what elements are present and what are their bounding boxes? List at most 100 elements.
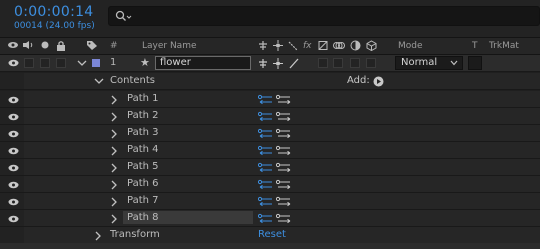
current-time-display[interactable]: 0:00:00:14 (14, 4, 94, 20)
layer-frame-blend-switch[interactable] (333, 58, 343, 68)
path-row[interactable]: Path 6 (0, 176, 540, 193)
add-play-icon[interactable] (373, 76, 384, 87)
3d-layer-cube-icon[interactable] (366, 40, 377, 51)
path-row[interactable]: Path 2 (0, 108, 540, 125)
path-visibility-eye-icon[interactable] (8, 215, 19, 223)
transform-row[interactable]: Transform Reset (0, 227, 540, 244)
path-visibility-eye-icon[interactable] (8, 96, 19, 104)
path-direction-forward-icon[interactable] (276, 128, 292, 139)
effects-column-header[interactable]: fx (303, 41, 312, 51)
search-icon (115, 10, 132, 21)
path-direction-reverse-icon[interactable] (258, 145, 274, 156)
switch-column (0, 227, 24, 243)
trkmat-column-header: TrkMat (489, 41, 519, 51)
path-direction-forward-icon[interactable] (276, 179, 292, 190)
path-direction-forward-icon[interactable] (276, 196, 292, 207)
path-label: Path 5 (127, 161, 159, 172)
path-row[interactable]: Path 4 (0, 142, 540, 159)
path-direction-reverse-icon[interactable] (258, 128, 274, 139)
path-visibility-eye-icon[interactable] (8, 198, 19, 206)
path-label: Path 2 (127, 110, 159, 121)
path-direction-reverse-icon[interactable] (258, 111, 274, 122)
quality-icon[interactable] (288, 40, 298, 51)
path-direction-forward-icon[interactable] (276, 162, 292, 173)
transform-label: Transform (110, 229, 160, 240)
path-visibility-eye-icon[interactable] (8, 130, 19, 138)
video-eye-icon[interactable] (7, 40, 19, 50)
mode-column-header: Mode (398, 41, 423, 51)
path-direction-forward-icon[interactable] (276, 111, 292, 122)
path-expand-chevron-icon[interactable] (110, 214, 118, 224)
contents-label: Contents (110, 75, 155, 86)
reset-link[interactable]: Reset (258, 229, 286, 240)
path-row[interactable]: Path 3 (0, 125, 540, 142)
layer-label-color[interactable] (92, 59, 100, 67)
adjustment-layer-icon[interactable] (350, 40, 361, 51)
path-direction-forward-icon[interactable] (276, 145, 292, 156)
path-visibility-eye-icon[interactable] (8, 181, 19, 189)
layer-visibility-eye-icon[interactable] (8, 59, 19, 67)
layer-row-flower[interactable]: 1 ★ flower Normal (0, 55, 540, 72)
path-direction-reverse-icon[interactable] (258, 213, 274, 224)
contents-group-row[interactable]: Contents Add: (0, 73, 540, 90)
path-visibility-eye-icon[interactable] (8, 113, 19, 121)
layer-name-column-header[interactable]: Layer Name (142, 41, 197, 51)
layer-number: 1 (110, 57, 117, 68)
layer-search-input[interactable] (108, 6, 540, 26)
path-expand-chevron-icon[interactable] (110, 180, 118, 190)
timeline-topbar: 0:00:00:14 00014 (24.00 fps) (0, 0, 540, 37)
solo-icon[interactable] (40, 40, 50, 50)
blend-mode-value: Normal (401, 57, 438, 68)
layer-expand-chevron-icon[interactable] (77, 59, 87, 67)
path-visibility-eye-icon[interactable] (8, 164, 19, 172)
path-label: Path 4 (127, 144, 159, 155)
contents-expand-chevron-icon[interactable] (94, 77, 104, 85)
path-expand-chevron-icon[interactable] (110, 146, 118, 156)
path-row[interactable]: Path 8 (0, 210, 540, 227)
path-expand-chevron-icon[interactable] (110, 163, 118, 173)
path-expand-chevron-icon[interactable] (110, 197, 118, 207)
next-layer-row-partial (0, 243, 540, 249)
layer-3d-switch[interactable] (366, 58, 376, 68)
path-row[interactable]: Path 7 (0, 193, 540, 210)
path-label: Path 3 (127, 127, 159, 138)
blend-mode-dropdown[interactable]: Normal (395, 56, 463, 70)
frame-blending-icon[interactable] (318, 40, 328, 51)
audio-speaker-icon[interactable] (22, 40, 34, 50)
layer-quality-switch-icon[interactable] (289, 58, 299, 69)
path-label: Path 6 (127, 178, 159, 189)
column-header: # Layer Name fx Mode T TrkMat (0, 37, 540, 55)
layer-name-field[interactable]: flower (155, 56, 251, 70)
path-direction-reverse-icon[interactable] (258, 179, 274, 190)
path-expand-chevron-icon[interactable] (110, 112, 118, 122)
path-direction-forward-icon[interactable] (276, 94, 292, 105)
path-direction-reverse-icon[interactable] (258, 196, 274, 207)
motion-blur-icon[interactable] (333, 40, 345, 51)
layer-collapse-switch-icon[interactable] (273, 58, 283, 69)
chevron-down-icon (450, 60, 458, 66)
path-row[interactable]: Path 1 (0, 91, 540, 108)
layer-fx-switch[interactable] (318, 58, 328, 68)
track-matte-toggle[interactable] (468, 56, 482, 70)
switch-column (0, 73, 24, 89)
path-visibility-eye-icon[interactable] (8, 147, 19, 155)
layer-shy-switch-icon[interactable] (258, 58, 268, 69)
layer-motion-blur-switch[interactable] (350, 58, 360, 68)
path-expand-chevron-icon[interactable] (110, 95, 118, 105)
path-direction-forward-icon[interactable] (276, 213, 292, 224)
frame-rate-display: 00014 (24.00 fps) (14, 21, 95, 31)
track-matte-t-column-header: T (472, 41, 478, 51)
path-label: Path 7 (127, 195, 159, 206)
path-expand-chevron-icon[interactable] (110, 129, 118, 139)
solo-switch[interactable] (40, 58, 50, 68)
lock-switch[interactable] (56, 58, 66, 68)
transform-expand-chevron-icon[interactable] (94, 231, 102, 241)
path-direction-reverse-icon[interactable] (258, 162, 274, 173)
path-direction-reverse-icon[interactable] (258, 94, 274, 105)
shy-icon[interactable] (258, 40, 268, 51)
label-tag-icon[interactable] (86, 40, 98, 51)
collapse-transform-icon[interactable] (273, 40, 283, 51)
lock-icon[interactable] (56, 40, 66, 51)
path-row[interactable]: Path 5 (0, 159, 540, 176)
audio-switch[interactable] (24, 58, 34, 68)
